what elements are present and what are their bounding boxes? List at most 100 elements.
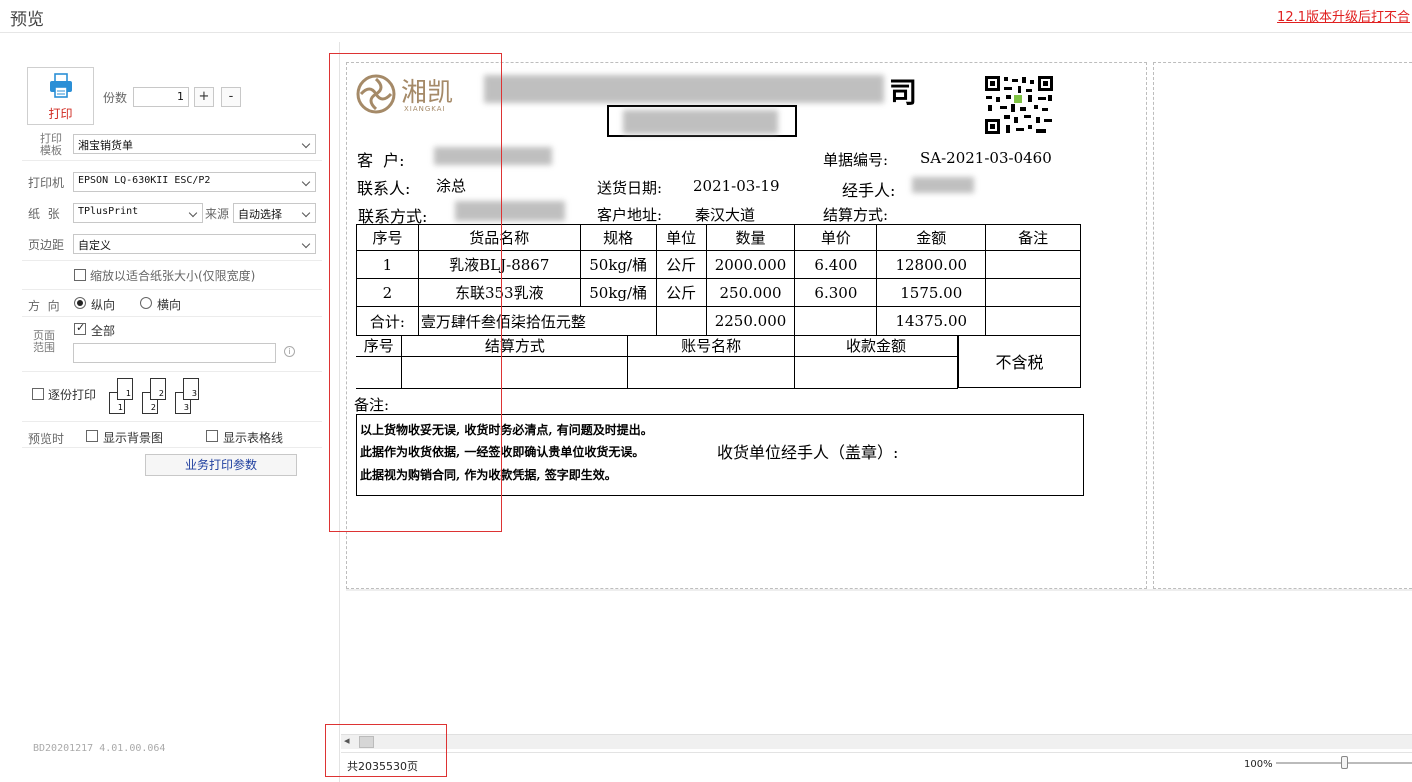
table-cell: 2000.000	[705, 250, 796, 279]
redacted-company-name	[484, 75, 884, 103]
print-button-label: 打印	[48, 107, 73, 121]
show-gridlines-checkbox[interactable]	[206, 430, 218, 442]
table-header: 备注	[985, 224, 1081, 251]
portrait-label: 纵向	[91, 298, 116, 312]
collate-checkbox[interactable]	[32, 388, 44, 400]
page-range-label: 页面 范围	[33, 329, 55, 354]
table-cell	[627, 356, 796, 389]
margin-select[interactable]: 自定义	[73, 234, 316, 254]
printer-select[interactable]: EPSON LQ-630KII ESC/P2	[73, 172, 316, 192]
portrait-radio[interactable]	[74, 297, 86, 309]
table-cell: 6.400	[794, 250, 878, 279]
table-header: 金额	[876, 224, 987, 251]
table-cell: 50kg/桶	[579, 278, 657, 307]
status-divider	[341, 752, 1412, 753]
page-range-input[interactable]	[73, 343, 276, 363]
collate-pages-icon: 2 2	[142, 378, 168, 414]
table-header: 数量	[705, 224, 796, 251]
table-cell: 50kg/桶	[579, 250, 657, 279]
version-label: BD20201217 4.01.00.064	[33, 743, 166, 754]
table-cell	[985, 278, 1081, 307]
table-cell: 12800.00	[876, 250, 987, 279]
printer-icon	[47, 72, 75, 103]
signature-label: 收货单位经手人（盖章）:	[717, 443, 899, 462]
printer-label: 打印机	[28, 176, 65, 190]
range-all-label: 全部	[91, 324, 116, 338]
doc-number-label: 单据编号:	[823, 151, 889, 169]
landscape-label: 横向	[157, 298, 182, 312]
copies-increase-button[interactable]: +	[194, 87, 214, 107]
template-label: 打印 模板	[40, 132, 62, 157]
page-shadow	[346, 589, 1412, 591]
horizontal-scrollbar[interactable]: ◂	[341, 734, 1412, 749]
table-cell	[985, 250, 1081, 279]
info-icon[interactable]: i	[284, 346, 295, 357]
settlement-label: 结算方式:	[823, 206, 889, 224]
handler-label: 经手人:	[842, 181, 896, 200]
divider	[22, 421, 322, 422]
total-amount: 14375.00	[876, 306, 987, 336]
redacted-handler	[912, 177, 974, 193]
fit-to-page-checkbox[interactable]	[74, 269, 86, 281]
address-label: 客户地址:	[597, 206, 663, 224]
table-header: 单位	[655, 224, 707, 251]
table-cell	[655, 306, 707, 336]
collate-pages-icon: 1 1	[109, 378, 135, 414]
collate-label: 逐份打印	[48, 388, 97, 402]
divider	[22, 260, 322, 261]
zoom-level-label: 100%	[1244, 759, 1273, 770]
show-background-checkbox[interactable]	[86, 430, 98, 442]
divider	[22, 447, 322, 448]
upgrade-notice-link[interactable]: 12.1版本升级后打不合	[1277, 6, 1410, 25]
source-label: 来源	[205, 207, 230, 221]
landscape-radio[interactable]	[140, 297, 152, 309]
table-header: 单价	[794, 224, 878, 251]
paper-label: 纸 张	[28, 207, 60, 221]
fit-to-page-label: 缩放以适合纸张大小(仅限宽度)	[90, 269, 256, 283]
show-background-label: 显示背景图	[103, 431, 164, 445]
divider	[22, 371, 322, 372]
table-header: 账号名称	[627, 335, 796, 357]
table-cell	[794, 306, 878, 336]
table-cell: 1575.00	[876, 278, 987, 307]
table-cell: 公斤	[655, 250, 707, 279]
doc-number-value: SA-2021-03-0460	[920, 149, 1052, 167]
source-select[interactable]: 自动选择	[233, 203, 316, 223]
total-quantity: 2250.000	[705, 306, 796, 336]
margin-label: 页边距	[28, 238, 65, 252]
divider	[22, 160, 322, 161]
table-cell: 6.300	[794, 278, 878, 307]
divider	[22, 316, 322, 317]
address-value: 秦汉大道	[695, 206, 756, 224]
orientation-label: 方 向	[28, 299, 60, 313]
zoom-slider-thumb[interactable]	[1341, 756, 1348, 769]
table-header: 收款金额	[794, 335, 958, 357]
highlight-box	[329, 53, 502, 532]
delivery-date-label: 送货日期:	[597, 179, 663, 197]
tax-status-box: 不含税	[958, 335, 1081, 388]
highlight-box	[325, 724, 447, 777]
preview-options-label: 预览时	[28, 432, 65, 446]
range-all-checkbox[interactable]	[74, 321, 86, 335]
template-select[interactable]: 湘宝销货单	[73, 134, 316, 154]
table-cell	[985, 306, 1081, 336]
show-gridlines-label: 显示表格线	[223, 431, 284, 445]
qr-code	[984, 75, 1054, 135]
table-cell: 250.000	[705, 278, 796, 307]
redacted-document-title	[623, 110, 778, 134]
table-cell: 公斤	[655, 278, 707, 307]
copies-input[interactable]: 1	[133, 87, 189, 107]
copies-label: 份数	[103, 91, 128, 105]
company-name-suffix: 司	[889, 76, 918, 109]
print-button[interactable]: 打印	[27, 67, 94, 125]
business-print-params-button[interactable]: 业务打印参数	[145, 454, 297, 476]
divider	[22, 289, 322, 290]
table-header: 规格	[579, 224, 657, 251]
delivery-date-value: 2021-03-19	[693, 177, 780, 195]
collate-pages-icon: 3 3	[175, 378, 201, 414]
preview-page-next	[1153, 62, 1412, 589]
paper-select[interactable]: TPlusPrint	[73, 203, 203, 223]
table-cell	[794, 356, 958, 389]
window-title: 预览	[10, 10, 44, 30]
copies-decrease-button[interactable]: -	[221, 87, 241, 107]
